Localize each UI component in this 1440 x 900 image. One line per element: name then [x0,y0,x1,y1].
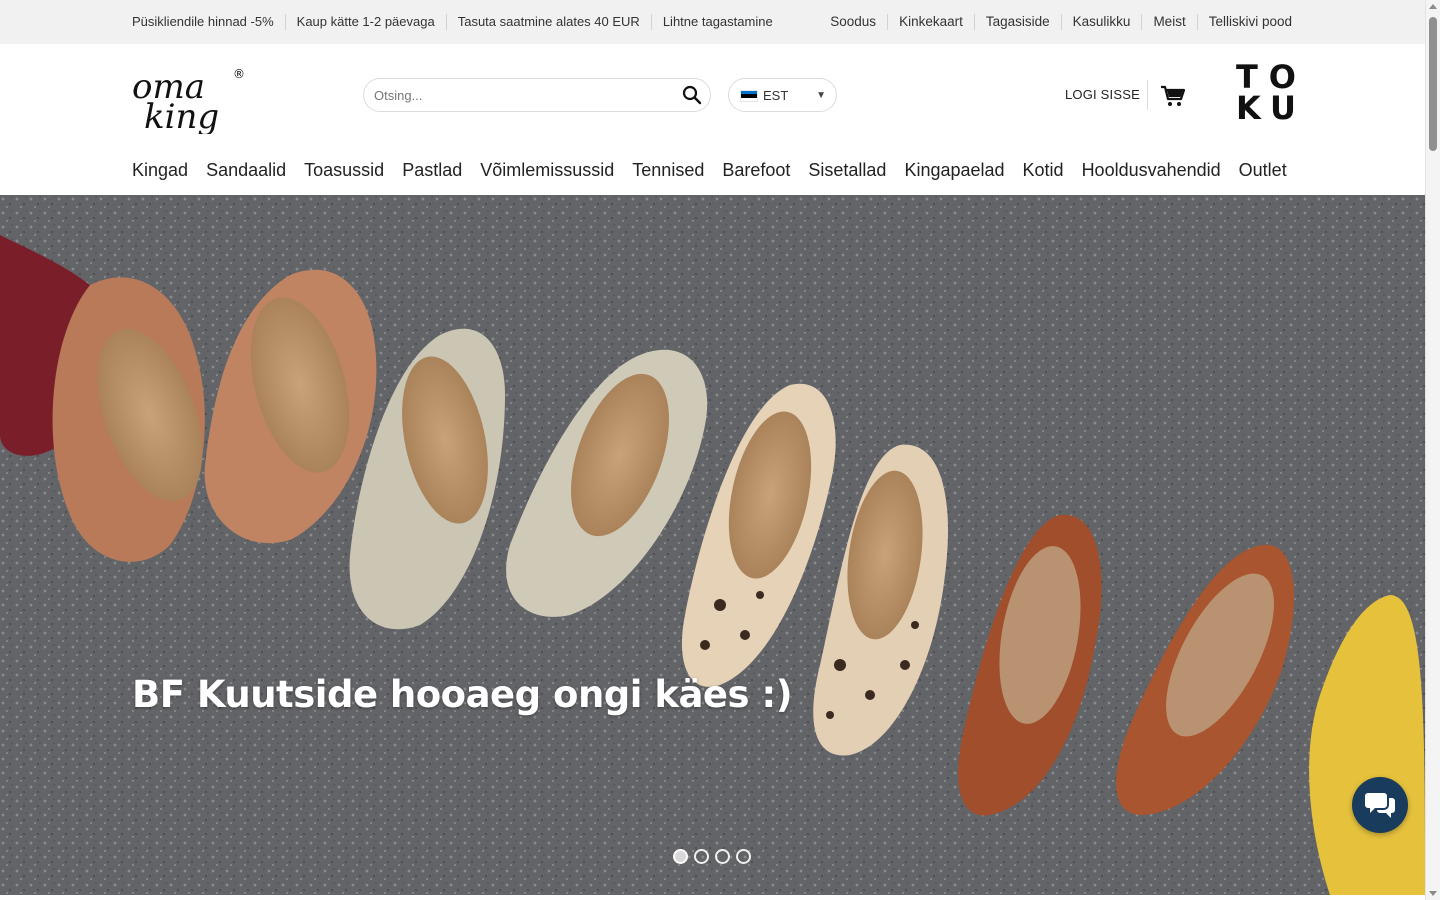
nav-item-kingad[interactable]: Kingad [132,160,188,181]
login-link[interactable]: LOGI SISSE [1065,87,1140,102]
toku-letter-u: U [1270,89,1296,127]
top-link-kasulikku[interactable]: Kasulikku [1060,14,1142,30]
scroll-up-arrow-icon[interactable] [1429,4,1437,9]
language-selector[interactable]: EST ▼ [728,78,837,112]
top-link-soodus[interactable]: Soodus [819,14,887,30]
slider-dot-2[interactable] [694,849,709,864]
promo-list: Püsikliendile hinnad -5% Kaup kätte 1-2 … [132,0,784,44]
estonia-flag-icon [740,90,758,102]
hero-title[interactable]: BF Kuutside hooaeg ongi käes :) [132,673,793,716]
toku-partner-logo[interactable]: TO KU [1236,61,1296,127]
promo-loyalty-discount: Püsikliendile hinnad -5% [132,14,274,29]
top-link-kinkekaart[interactable]: Kinkekaart [887,14,974,30]
nav-item-tennised[interactable]: Tennised [632,160,704,181]
nav-item-voimlemissussid[interactable]: Võimlemissussid [480,160,614,181]
nav-item-sandaalid[interactable]: Sandaalid [206,160,286,181]
scrollbar-thumb[interactable] [1429,17,1437,151]
slider-dot-3[interactable] [715,849,730,864]
slider-pagination [673,849,757,864]
search-icon[interactable] [682,85,702,105]
toku-letter-k: K [1236,89,1261,127]
top-link-meist[interactable]: Meist [1141,14,1196,30]
nav-item-toasussid[interactable]: Toasussid [304,160,384,181]
nav-item-sisetallad[interactable]: Sisetallad [808,160,886,181]
main-navigation: Kingad Sandaalid Toasussid Pastlad Võiml… [132,158,1305,182]
caret-down-icon: ▼ [816,90,826,101]
chat-bubbles-icon [1365,793,1395,818]
nav-item-kingapaelad[interactable]: Kingapaelad [904,160,1004,181]
search-box [363,78,711,112]
page-scrollbar[interactable] [1425,0,1440,900]
nav-item-barefoot[interactable]: Barefoot [722,160,790,181]
header-divider [1147,80,1148,110]
cart-icon[interactable] [1160,84,1186,108]
logo-text-king: king [144,97,219,134]
omaking-logo[interactable]: oma king ® [130,64,248,134]
hero-image [0,195,1425,895]
promo-free-shipping: Tasuta saatmine alates 40 EUR [445,14,651,30]
top-links: Soodus Kinkekaart Tagasiside Kasulikku M… [819,0,1292,44]
promo-easy-returns: Lihtne tagastamine [650,14,784,30]
scroll-down-arrow-icon[interactable] [1429,891,1437,896]
site-header: oma king ® EST ▼ LOGI SISSE TO KU Kingad… [0,44,1425,195]
slider-dot-4[interactable] [736,849,751,864]
nav-item-kotid[interactable]: Kotid [1023,160,1064,181]
language-code: EST [763,88,789,103]
top-link-tagasiside[interactable]: Tagasiside [973,14,1061,30]
slider-dot-1[interactable] [673,849,688,864]
top-link-telliskivi-pood[interactable]: Telliskivi pood [1196,14,1292,30]
top-bar: Püsikliendile hinnad -5% Kaup kätte 1-2 … [0,0,1425,44]
nav-item-outlet[interactable]: Outlet [1239,160,1287,181]
hero-slider[interactable]: BF Kuutside hooaeg ongi käes :) [0,195,1425,895]
promo-fast-delivery: Kaup kätte 1-2 päevaga [284,14,446,30]
nav-item-hooldusvahendid[interactable]: Hooldusvahendid [1082,160,1221,181]
logo-registered-mark: ® [233,67,245,81]
nav-item-pastlad[interactable]: Pastlad [402,160,462,181]
search-input[interactable] [374,79,674,111]
chat-widget-button[interactable] [1352,777,1408,833]
